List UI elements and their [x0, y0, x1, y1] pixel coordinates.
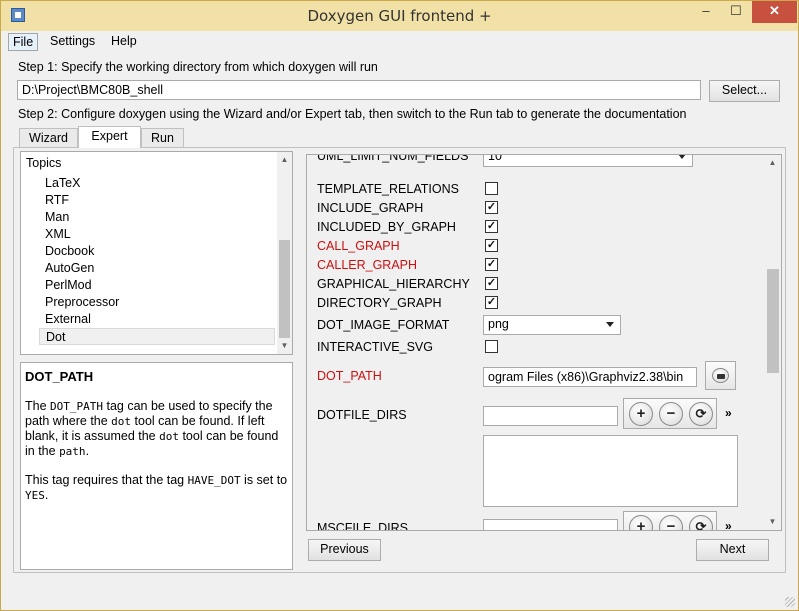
topic-item-rtf[interactable]: RTF — [39, 192, 275, 209]
setting-include-graph: INCLUDE_GRAPH — [317, 201, 424, 215]
topic-item-latex[interactable]: LaTeX — [39, 175, 275, 192]
topic-item-external[interactable]: External — [39, 311, 275, 328]
menu-help[interactable]: Help — [107, 33, 141, 51]
topics-scrollbar[interactable]: ▲ ▼ — [277, 152, 292, 354]
menu-bar: File Settings Help — [8, 31, 792, 51]
caller-graph-checkbox[interactable]: ✓ — [485, 258, 498, 271]
remove-icon[interactable]: − — [659, 402, 683, 426]
topic-item-preprocessor[interactable]: Preprocessor — [39, 294, 275, 311]
setting-mscfile-dirs: MSCFILE_DIRS — [317, 521, 408, 531]
scroll-up-arrow-icon[interactable]: ▲ — [278, 153, 291, 167]
dotfile-dirs-list[interactable] — [483, 435, 738, 507]
topics-list: Topics LaTeX RTF Man XML Docbook AutoGen… — [20, 151, 293, 355]
uml-limit-spinbox[interactable]: 10 — [483, 155, 693, 167]
app-window: Doxygen GUI frontend + – ☐ ✕ File Settin… — [0, 0, 799, 611]
scroll-down-arrow-icon[interactable]: ▼ — [278, 339, 291, 353]
expert-tab-panel: Topics LaTeX RTF Man XML Docbook AutoGen… — [13, 147, 786, 573]
topic-item-docbook[interactable]: Docbook — [39, 243, 275, 260]
previous-button[interactable]: Previous — [308, 539, 381, 561]
template-relations-checkbox[interactable] — [485, 182, 498, 195]
tab-expert[interactable]: Expert — [78, 126, 141, 148]
help-paragraph-2: This tag requires that the tag HAVE_DOT … — [25, 473, 288, 502]
setting-interactive-svg: INTERACTIVE_SVG — [317, 340, 433, 354]
topic-item-autogen[interactable]: AutoGen — [39, 260, 275, 277]
mscfile-dirs-button-group: + − ⟳ — [623, 511, 717, 530]
setting-dot-path: DOT_PATH — [317, 369, 382, 383]
scroll-up-arrow-icon[interactable]: ▲ — [766, 156, 779, 170]
settings-panel: UML_LIMIT_NUM_FIELDS 10 TEMPLATE_RELATIO… — [306, 154, 782, 531]
topics-scroll-thumb[interactable] — [279, 240, 290, 338]
interactive-svg-checkbox[interactable] — [485, 340, 498, 353]
directory-graph-checkbox[interactable]: ✓ — [485, 296, 498, 309]
menu-file[interactable]: File — [8, 33, 39, 51]
tab-wizard[interactable]: Wizard — [19, 128, 78, 147]
step2-label: Step 2: Configure doxygen using the Wiza… — [18, 107, 687, 121]
mscfile-dirs-more-icon[interactable]: » — [725, 519, 732, 530]
setting-dot-image-format: DOT_IMAGE_FORMAT — [317, 318, 450, 332]
add-icon[interactable]: + — [629, 515, 653, 530]
browse-folder-button[interactable] — [705, 361, 736, 390]
topic-item-xml[interactable]: XML — [39, 226, 275, 243]
dotfile-dirs-input[interactable] — [483, 406, 618, 426]
help-panel: DOT_PATH The DOT_PATH tag can be used to… — [20, 362, 293, 570]
maximize-button[interactable]: ☐ — [721, 1, 751, 23]
working-directory-input[interactable]: D:\Project\BMC80B_shell — [17, 80, 701, 100]
setting-directory-graph: DIRECTORY_GRAPH — [317, 296, 442, 310]
dot-path-input[interactable]: ogram Files (x86)\Graphviz2.38\bin — [483, 367, 697, 387]
remove-icon[interactable]: − — [659, 515, 683, 530]
scroll-down-arrow-icon[interactable]: ▼ — [766, 515, 779, 529]
dotfile-dirs-more-icon[interactable]: » — [725, 406, 732, 420]
step1-label: Step 1: Specify the working directory fr… — [18, 60, 378, 74]
tab-run[interactable]: Run — [141, 128, 184, 147]
setting-caller-graph: CALLER_GRAPH — [317, 258, 418, 272]
settings-scrollbar[interactable]: ▲ ▼ — [765, 155, 781, 530]
resize-grip-icon[interactable] — [785, 597, 795, 607]
add-icon[interactable]: + — [629, 402, 653, 426]
topics-header: Topics — [26, 156, 62, 170]
next-button[interactable]: Next — [696, 539, 769, 561]
setting-included-by-graph: INCLUDED_BY_GRAPH — [317, 220, 456, 234]
select-directory-button[interactable]: Select... — [709, 80, 780, 102]
minimize-button[interactable]: – — [691, 1, 721, 23]
settings-scroll-thumb[interactable] — [767, 269, 779, 373]
topic-item-perlmod[interactable]: PerlMod — [39, 277, 275, 294]
setting-call-graph: CALL_GRAPH — [317, 239, 400, 253]
graphical-hierarchy-checkbox[interactable]: ✓ — [485, 277, 498, 290]
chevron-down-icon — [606, 322, 614, 327]
help-title: DOT_PATH — [25, 369, 94, 384]
included-by-graph-checkbox[interactable]: ✓ — [485, 220, 498, 233]
call-graph-checkbox[interactable]: ✓ — [485, 239, 498, 252]
topic-item-man[interactable]: Man — [39, 209, 275, 226]
dot-image-format-select[interactable]: png — [483, 315, 621, 335]
window-title: Doxygen GUI frontend + — [307, 7, 492, 25]
setting-uml-limit-num-fields: UML_LIMIT_NUM_FIELDS — [317, 154, 469, 163]
help-paragraph-1: The DOT_PATH tag can be used to specify … — [25, 399, 279, 458]
mscfile-dirs-input[interactable] — [483, 519, 618, 530]
menu-settings[interactable]: Settings — [46, 33, 99, 51]
refresh-icon[interactable]: ⟳ — [689, 402, 713, 426]
title-bar[interactable]: Doxygen GUI frontend + – ☐ ✕ — [1, 1, 798, 31]
setting-dotfile-dirs: DOTFILE_DIRS — [317, 408, 407, 422]
include-graph-checkbox[interactable]: ✓ — [485, 201, 498, 214]
spin-down-icon[interactable] — [678, 155, 686, 159]
dotfile-dirs-button-group: + − ⟳ — [623, 398, 717, 429]
folder-icon — [712, 368, 729, 383]
topic-item-dot[interactable]: Dot — [39, 328, 275, 345]
setting-graphical-hierarchy: GRAPHICAL_HIERARCHY — [317, 277, 470, 291]
refresh-icon[interactable]: ⟳ — [689, 515, 713, 530]
close-button[interactable]: ✕ — [752, 1, 797, 23]
setting-template-relations: TEMPLATE_RELATIONS — [317, 182, 459, 196]
